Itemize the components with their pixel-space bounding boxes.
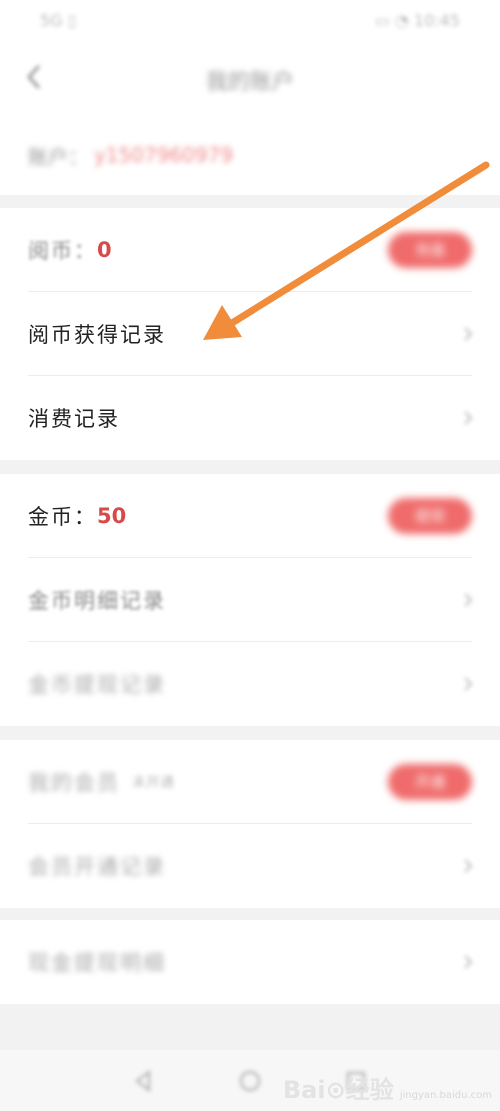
recharge-button[interactable]: 充值 [388,231,472,268]
list-item-label: 会员开通记录 [28,855,166,879]
extra-card: 现金提现明细 [0,920,500,1004]
withdraw-button[interactable]: 提现 [388,497,472,534]
vip-card: 我的会员 未开通 开通 会员开通记录 [0,740,500,908]
chevron-right-icon [464,677,473,691]
list-item-label: 消费记录 [28,407,120,431]
watermark-sub: jingyan.baidu.com [399,1090,492,1101]
list-item-label: 阅币获得记录 [28,322,166,347]
open-vip-button[interactable]: 开通 [388,763,472,800]
list-item-jinbi-details[interactable]: 金币明细记录 [28,558,473,642]
status-bar: 5G ▯ ▭ ◔ 10:45 [0,0,500,40]
baidu-jingyan-watermark: Bai⊙经验 jingyan.baidu.com [283,1070,492,1105]
jinbi-amount: 50 [97,503,127,528]
list-item-cash-withdraw[interactable]: 现金提现明细 [28,920,473,1004]
chevron-right-icon [464,955,473,969]
vip-row: 我的会员 未开通 开通 [28,740,472,824]
nav-home-icon[interactable] [237,1068,263,1094]
jinbi-card: 金币： 50 提现 金币明细记录 金币提现记录 [0,474,500,726]
yuebi-balance-row: 阅币： 0 充值 [28,208,472,292]
chevron-right-icon [464,326,473,341]
yuebi-card: 阅币： 0 充值 阅币获得记录 消费记录 [0,208,500,460]
list-item-label: 现金提现明细 [28,951,166,975]
account-label: 账户： [28,144,88,169]
yuebi-amount: 0 [97,237,112,262]
list-item-consumption-history[interactable]: 消费记录 [28,376,473,460]
vip-status-note: 未开通 [132,774,174,791]
page-title: 我的账户 [205,70,294,95]
list-item-jinbi-withdraw[interactable]: 金币提现记录 [28,642,473,726]
status-left: 5G ▯ [40,10,77,30]
account-row: 账户： y1507960979 [0,115,500,195]
list-item-vip-history[interactable]: 会员开通记录 [28,824,473,908]
header: 我的账户 [0,40,500,115]
chevron-right-icon [464,859,473,873]
chevron-right-icon [464,592,473,607]
list-item-label: 金币提现记录 [28,673,166,697]
account-value: y1507960979 [94,143,234,167]
nav-back-icon[interactable] [131,1068,157,1094]
list-item-yuebi-history[interactable]: 阅币获得记录 [28,292,473,376]
watermark-main: Bai⊙经验 [282,1076,394,1104]
yuebi-label: 阅币： [28,238,97,263]
status-right: ▭ ◔ 10:45 [374,10,460,30]
jinbi-balance-row: 金币： 50 提现 [28,474,472,558]
jinbi-label: 金币： [28,504,97,529]
vip-label: 我的会员 [28,770,120,795]
chevron-right-icon [464,411,473,425]
list-item-label: 金币明细记录 [28,588,166,613]
